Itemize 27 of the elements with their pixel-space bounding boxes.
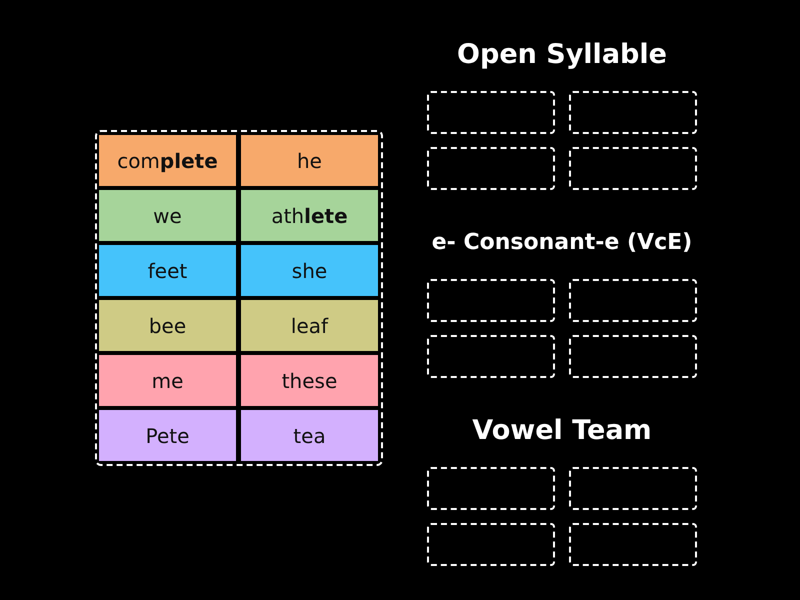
drop-zone[interactable] xyxy=(427,467,555,510)
word-tile[interactable]: athlete xyxy=(241,190,378,241)
word-tile[interactable]: complete xyxy=(99,135,236,186)
drop-zone[interactable] xyxy=(569,147,697,190)
group-title: Vowel Team xyxy=(472,414,652,448)
drop-zone[interactable] xyxy=(569,523,697,566)
drop-zone[interactable] xyxy=(569,279,697,322)
drop-zone[interactable] xyxy=(569,91,697,134)
word-tile[interactable]: leaf xyxy=(241,300,378,351)
group-title: Open Syllable xyxy=(457,38,667,72)
word-tile[interactable]: bee xyxy=(99,300,236,351)
group-title: e- Consonant-e (VcE) xyxy=(432,229,692,257)
drop-zone[interactable] xyxy=(427,91,555,134)
drop-zone[interactable] xyxy=(427,279,555,322)
word-tile[interactable]: me xyxy=(99,355,236,406)
drop-zone[interactable] xyxy=(427,147,555,190)
drop-zone[interactable] xyxy=(569,467,697,510)
word-tile[interactable]: we xyxy=(99,190,236,241)
word-tile[interactable]: these xyxy=(241,355,378,406)
drop-zone[interactable] xyxy=(569,335,697,378)
word-tile[interactable]: feet xyxy=(99,245,236,296)
drop-zone[interactable] xyxy=(427,335,555,378)
word-tile[interactable]: he xyxy=(241,135,378,186)
word-tile[interactable]: Pete xyxy=(99,410,236,461)
word-tile[interactable]: tea xyxy=(241,410,378,461)
word-tile[interactable]: she xyxy=(241,245,378,296)
drop-zone[interactable] xyxy=(427,523,555,566)
